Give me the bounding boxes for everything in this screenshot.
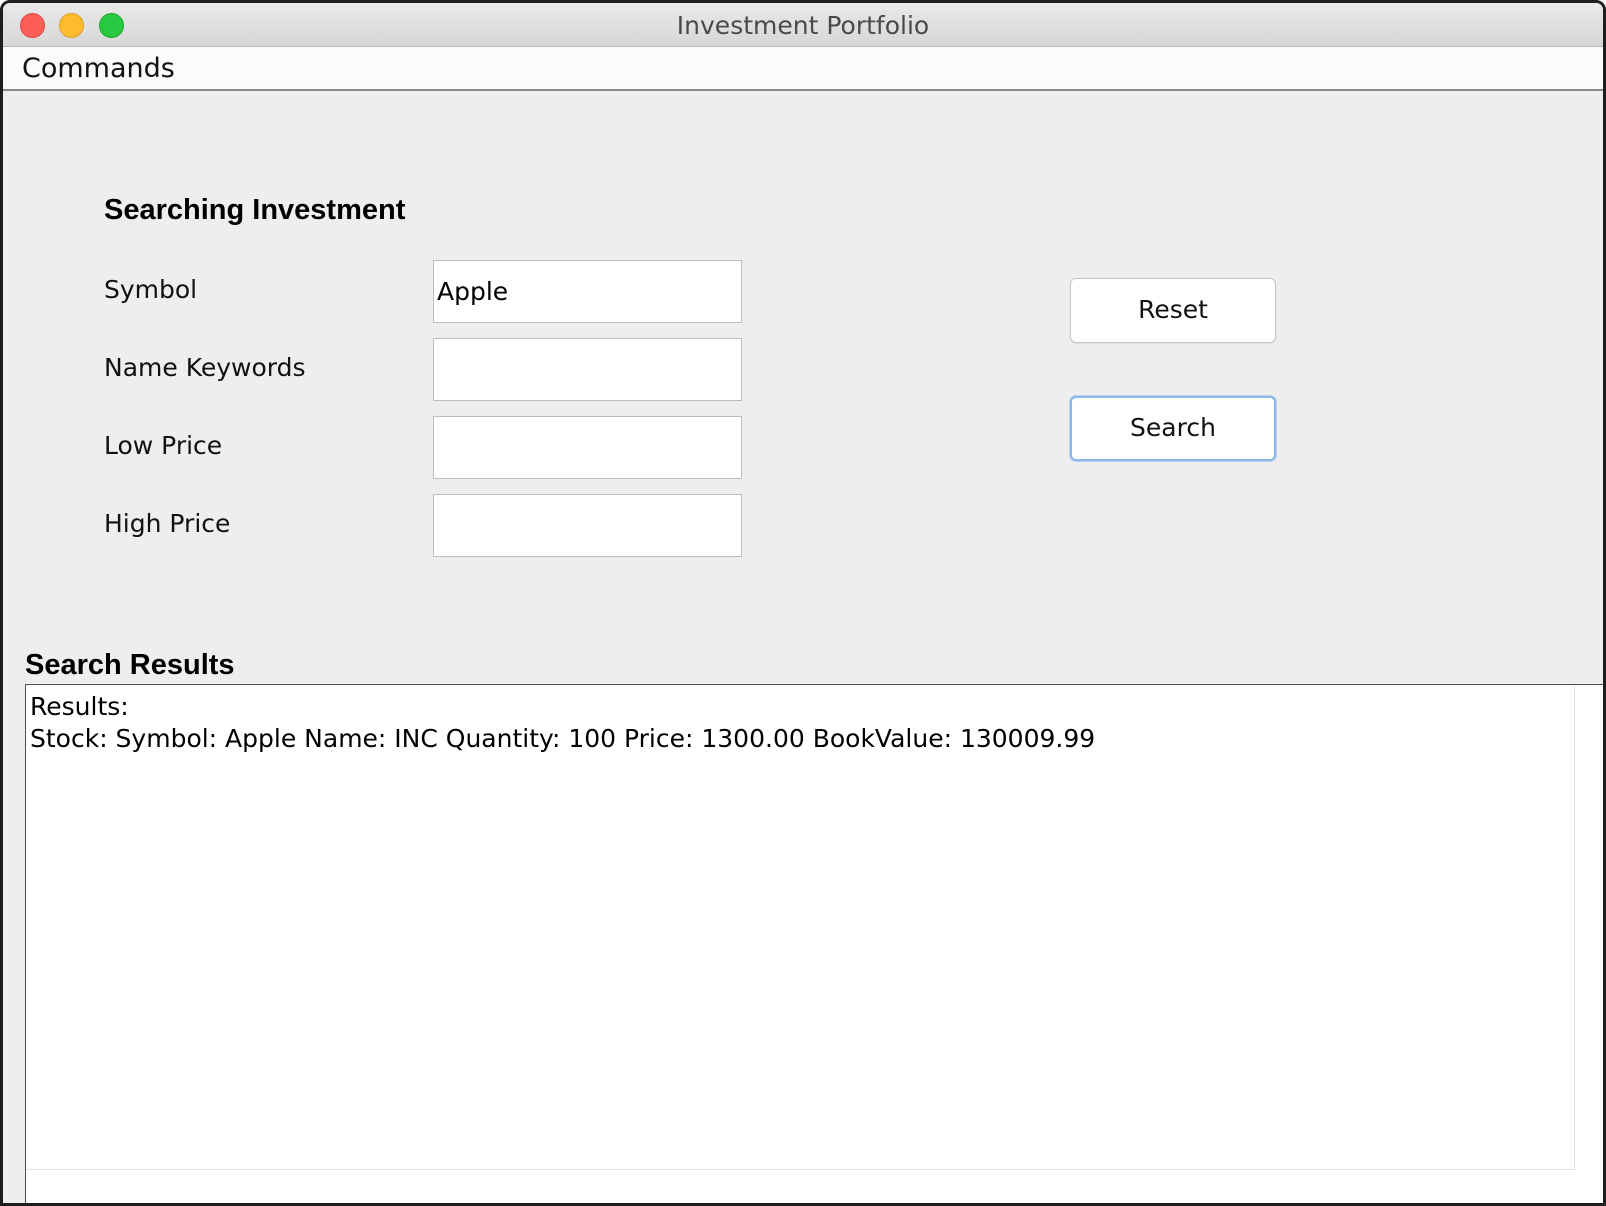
results-line-header: Results:	[30, 692, 129, 721]
low-price-input[interactable]	[433, 416, 742, 479]
symbol-input[interactable]	[433, 260, 742, 323]
search-section-title: Searching Investment	[104, 194, 406, 226]
symbol-label: Symbol	[104, 275, 198, 304]
high-price-label: High Price	[104, 509, 231, 538]
high-price-input[interactable]	[433, 494, 742, 557]
app-window: Investment Portfolio Commands Searching …	[0, 0, 1606, 1206]
name-keywords-input[interactable]	[433, 338, 742, 401]
vertical-scrollbar[interactable]	[1574, 685, 1603, 1169]
reset-button[interactable]: Reset	[1070, 278, 1276, 343]
search-results-title: Search Results	[25, 649, 235, 681]
menu-bar: Commands	[3, 47, 1603, 91]
menu-commands[interactable]: Commands	[22, 53, 175, 84]
horizontal-scrollbar[interactable]	[26, 1169, 1576, 1203]
search-button[interactable]: Search	[1070, 396, 1276, 461]
results-text-area[interactable]: Results: Stock: Symbol: Apple Name: INC Q…	[25, 684, 1603, 1203]
title-bar: Investment Portfolio	[3, 3, 1603, 47]
results-line-item: Stock: Symbol: Apple Name: INC Quantity:…	[30, 724, 1096, 753]
window-title: Investment Portfolio	[676, 11, 930, 40]
name-keywords-label: Name Keywords	[104, 353, 306, 382]
results-content: Results: Stock: Symbol: Apple Name: INC Q…	[30, 691, 1095, 755]
low-price-label: Low Price	[104, 431, 223, 460]
